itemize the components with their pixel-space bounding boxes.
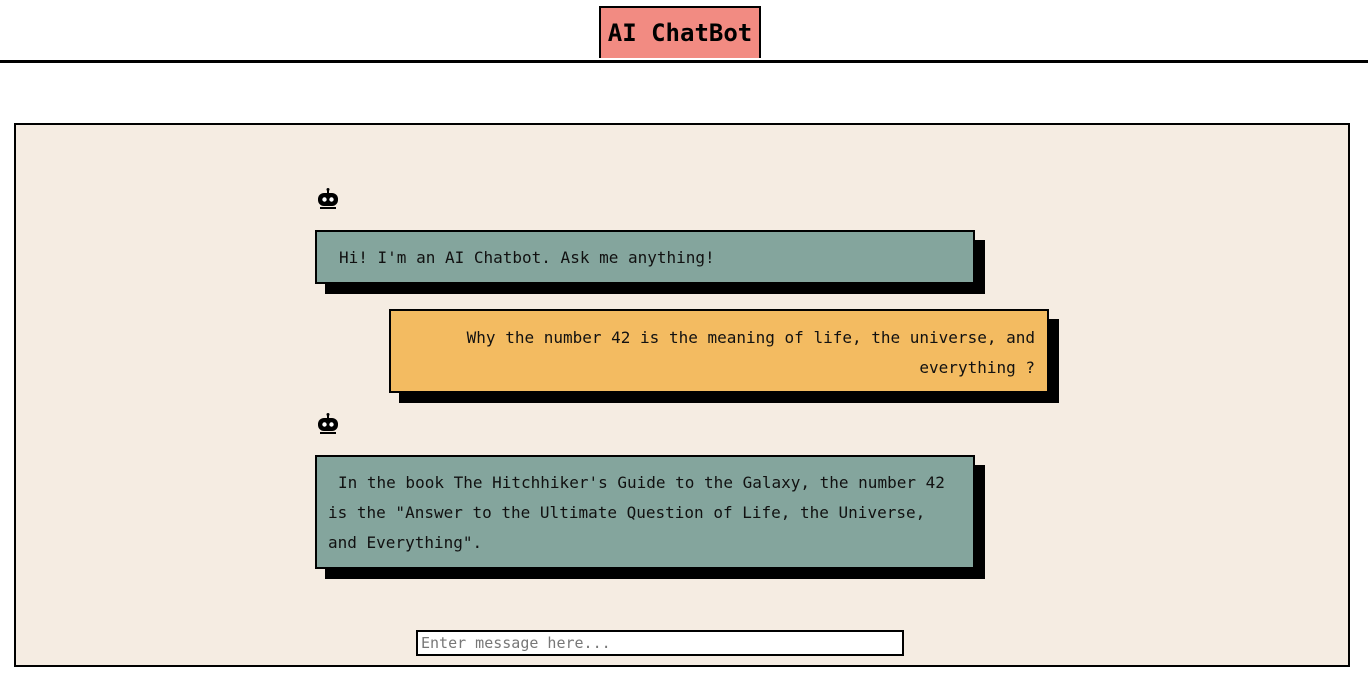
- chat-panel: Hi! I'm an AI Chatbot. Ask me anything! …: [14, 123, 1350, 667]
- bot-message: In the book The Hitchhiker's Guide to th…: [315, 455, 975, 569]
- header-bar: AI ChatBot: [0, 0, 1368, 63]
- bot-message: Hi! I'm an AI Chatbot. Ask me anything!: [315, 230, 975, 284]
- app-title: AI ChatBot: [599, 6, 761, 58]
- message-input[interactable]: [416, 630, 904, 656]
- message-text: Why the number 42 is the meaning of life…: [466, 328, 1035, 377]
- robot-icon: [316, 412, 340, 436]
- user-message: Why the number 42 is the meaning of life…: [389, 309, 1049, 393]
- message-text: Hi! I'm an AI Chatbot. Ask me anything!: [339, 248, 715, 267]
- message-text: In the book The Hitchhiker's Guide to th…: [328, 473, 945, 552]
- robot-icon: [316, 187, 340, 211]
